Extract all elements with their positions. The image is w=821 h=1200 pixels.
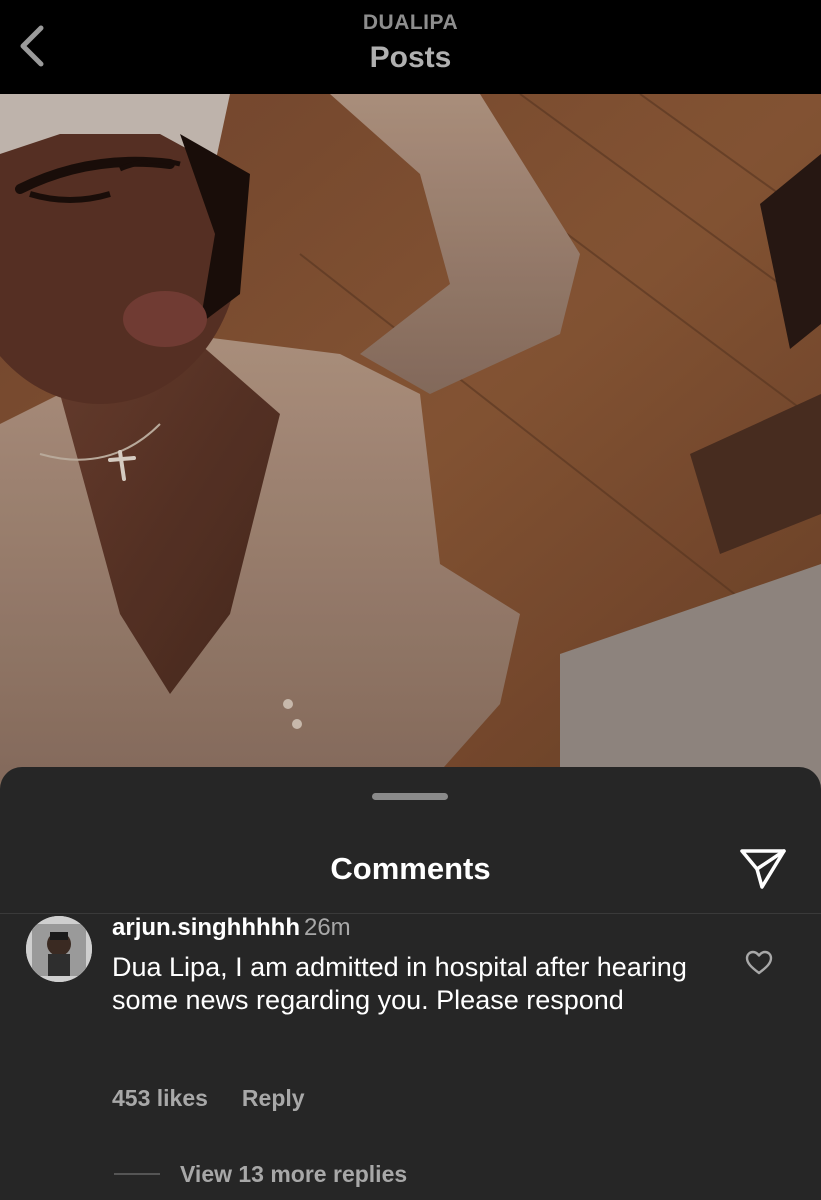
top-bar: DUALIPA Posts [0, 0, 821, 94]
comment-text: Dua Lipa, I am admitted in hospital afte… [112, 952, 687, 1015]
like-comment-button[interactable] [745, 949, 773, 977]
comment-username[interactable]: arjun.singhhhhh [112, 914, 300, 941]
post-photo[interactable] [0, 94, 821, 794]
view-more-replies-button[interactable]: View 13 more replies [114, 1158, 407, 1190]
paper-plane-icon [740, 849, 786, 889]
comments-title: Comments [330, 851, 491, 886]
comment-likes-count[interactable]: 453 likes [112, 1083, 208, 1113]
share-button[interactable] [739, 847, 787, 891]
view-more-replies-label: View 13 more replies [180, 1160, 408, 1187]
comment-header: arjun.singhhhhh 26m [112, 913, 351, 943]
comment-meta: 453 likes Reply [112, 1083, 305, 1113]
page-title: Posts [369, 41, 452, 74]
sheet-grabber[interactable] [372, 793, 448, 800]
heart-outline-icon [745, 950, 773, 975]
comments-sheet: Comments arjun.singhhhhh 26m Dua Lipa, I … [0, 767, 821, 1200]
account-name[interactable]: DUALIPA [0, 10, 821, 36]
reply-button[interactable]: Reply [242, 1083, 305, 1113]
avatar[interactable] [26, 916, 92, 982]
comment-timestamp: 26m [303, 914, 351, 941]
replies-line [114, 1173, 160, 1175]
